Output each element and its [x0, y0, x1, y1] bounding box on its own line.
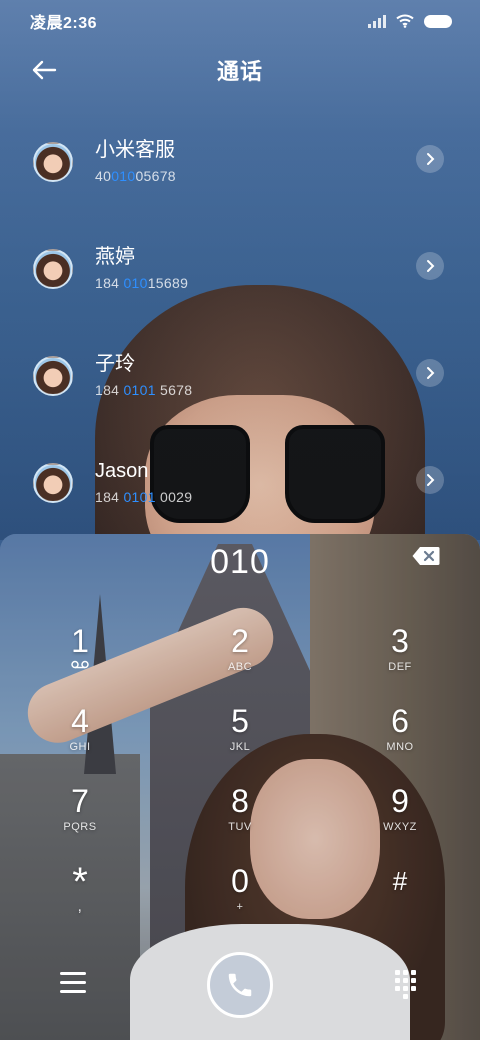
key-2[interactable]: 2 ABC: [160, 614, 320, 694]
dialpad-icon: [395, 970, 400, 975]
page-title: 通话: [216, 59, 263, 84]
contact-name: 小米客服: [95, 139, 175, 161]
status-time: 凌晨2:36: [30, 15, 98, 32]
phone-icon: [228, 973, 252, 997]
dialer-bottom-bar: [0, 950, 480, 1018]
menu-button[interactable]: [60, 972, 86, 994]
key-0[interactable]: 0 +: [160, 854, 320, 934]
key-4[interactable]: 4 GHI: [0, 694, 160, 774]
contact-detail-button[interactable]: [416, 466, 444, 494]
contact-row[interactable]: 燕婷 184 01015689: [0, 215, 480, 322]
avatar: [33, 355, 73, 396]
contact-detail-button[interactable]: [416, 145, 444, 173]
backspace-button[interactable]: [412, 546, 440, 566]
status-bar: 凌晨2:36: [0, 0, 480, 42]
contact-detail-button[interactable]: [416, 252, 444, 280]
dialer-panel: 010 1 2 ABC 3 DEF 4 GHI 5 JKL 6 MNO 7 PQ…: [0, 534, 480, 1040]
call-button[interactable]: [207, 952, 273, 1018]
chevron-right-icon: [427, 474, 435, 486]
avatar: [33, 462, 73, 503]
chevron-right-icon: [427, 153, 435, 165]
chevron-right-icon: [427, 260, 435, 272]
battery-icon: [424, 14, 452, 28]
wifi-icon: [396, 14, 414, 28]
contact-number: 4001005678: [95, 168, 176, 184]
contact-name: 子玲: [95, 353, 135, 375]
chevron-right-icon: [427, 367, 435, 379]
key-5[interactable]: 5 JKL: [160, 694, 320, 774]
key-8[interactable]: 8 TUV: [160, 774, 320, 854]
key-hash[interactable]: #: [320, 854, 480, 934]
avatar: [33, 248, 73, 289]
contact-number: 184 0101 0029: [95, 489, 193, 505]
contact-name: Jason: [95, 460, 149, 482]
contact-number: 184 01015689: [95, 275, 189, 291]
avatar: [33, 141, 73, 182]
menu-icon: [60, 972, 86, 993]
key-star[interactable]: * ,: [0, 854, 160, 934]
dialed-number: 010: [210, 543, 270, 581]
key-9[interactable]: 9 WXYZ: [320, 774, 480, 854]
contact-list: 小米客服 4001005678 燕婷 184 01015689 子玲 184 0…: [0, 108, 480, 536]
key-7[interactable]: 7 PQRS: [0, 774, 160, 854]
contact-row[interactable]: 小米客服 4001005678: [0, 108, 480, 215]
voicemail-icon: [71, 660, 89, 669]
contact-detail-button[interactable]: [416, 359, 444, 387]
contact-number: 184 0101 5678: [95, 382, 193, 398]
contact-row[interactable]: 子玲 184 0101 5678: [0, 322, 480, 429]
contact-row[interactable]: Jason 184 0101 0029: [0, 429, 480, 536]
key-3[interactable]: 3 DEF: [320, 614, 480, 694]
key-1[interactable]: 1: [0, 614, 160, 694]
backspace-icon: [412, 547, 440, 565]
back-arrow-icon: [32, 60, 57, 80]
dialpad-toggle-button[interactable]: [395, 970, 417, 999]
key-6[interactable]: 6 MNO: [320, 694, 480, 774]
header: 通话: [0, 48, 480, 92]
back-button[interactable]: [26, 54, 62, 86]
contact-name: 燕婷: [95, 246, 135, 268]
signal-icon: [368, 14, 386, 28]
keypad: 1 2 ABC 3 DEF 4 GHI 5 JKL 6 MNO 7 PQRS 8…: [0, 614, 480, 934]
